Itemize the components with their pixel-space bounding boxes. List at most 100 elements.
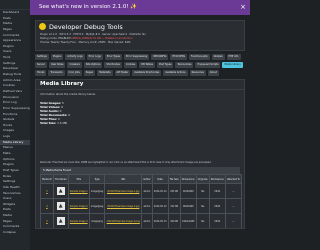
table-cell: Yes (195, 183, 210, 199)
tab-activity-logs[interactable]: Activity Logs (65, 54, 85, 60)
table-cell: ▲ (53, 229, 68, 230)
server-meta-line: Theme: Twenty Twenty-Four · Memory Limit… (40, 41, 131, 44)
tab-post-types[interactable]: Post Types (156, 62, 174, 68)
table-cell: image/jpeg (88, 183, 106, 199)
tab-settings[interactable]: Settings (35, 54, 49, 60)
table-row: 5 ▲ Sample Image 1 image/jpeg/2024/05/sampl… (40, 183, 243, 199)
table-cell: 3 (40, 213, 54, 228)
tab-media-library[interactable]: Media Library (222, 62, 243, 68)
table-cell: admin (141, 183, 153, 199)
media-url-link[interactable]: /2024/05/sample-image-2.jpg (107, 205, 139, 208)
tab-db-tables[interactable]: DB Tables (139, 62, 155, 68)
tab-server[interactable]: Server (35, 62, 47, 68)
tab-available-shortcodes[interactable]: Available Shortcodes (132, 70, 162, 76)
tab-error-types[interactable]: Error Types (104, 54, 123, 60)
column-header: Thumbnail (52, 174, 69, 184)
tab-cron-jobs[interactable]: Cron Jobs (66, 70, 82, 76)
tab-resources[interactable]: Resources (189, 70, 206, 76)
tab-plugins[interactable]: Plugins (50, 54, 64, 60)
sidebar-item[interactable]: Collapse (0, 230, 30, 236)
table-cell: 2024-05-13 (151, 213, 169, 228)
table-body: 5 ▲ Sample Image 1 image/jpeg/2024/05/sampl… (40, 183, 243, 230)
tab-transients[interactable]: Transients (48, 70, 65, 76)
column-header: URL (104, 174, 143, 184)
column-header: Attached To (224, 174, 243, 184)
table-cell: Sample Image 3 (67, 213, 90, 228)
intro-text: Information about the media library belo… (40, 93, 96, 96)
media-id-link[interactable]: 4 (46, 205, 47, 208)
divider (36, 89, 244, 90)
tab-enqueued-scripts[interactable]: Enqueued Scripts (195, 62, 221, 68)
table-cell: — (224, 183, 243, 199)
column-header: Date (151, 174, 169, 184)
tab-shortcodes[interactable]: Shortcodes (104, 62, 122, 68)
media-title-link[interactable]: Sample Image 2 (70, 205, 88, 208)
table-cell: 2024-05-12 (152, 229, 168, 230)
tab-metadata[interactable]: Metadata (97, 70, 113, 76)
table-cell: 420 KB (167, 213, 181, 228)
tab-functions-php[interactable]: Functions.php (188, 54, 210, 60)
image-thumbnail[interactable]: ▲ (56, 202, 65, 210)
tab-cookies[interactable]: Cookies (123, 62, 138, 68)
tab-regex[interactable]: Regex (83, 70, 96, 76)
image-thumbnail[interactable]: ▲ (56, 187, 65, 195)
debug-status-line: Debug mode: ENABLED DEBUG_DISPLAY IS ON … (40, 37, 133, 40)
table-cell: Yes (196, 229, 209, 230)
table-cell: ▲ (52, 198, 69, 214)
table-cell: 1200x800 (179, 183, 197, 199)
table-cell: image/jpeg (89, 229, 105, 230)
tab-api-tester[interactable]: API Tester (114, 70, 131, 76)
table-cell: admin (141, 198, 153, 214)
media-url-link[interactable]: /2024/05/sample-image-1.jpg (107, 190, 139, 193)
table-cell: 0644 (209, 229, 225, 230)
table-cell: 198 KB (168, 229, 180, 230)
table-cell: Sample Image 1 (67, 183, 90, 199)
tab-wpconfig[interactable]: WPCONFIG (151, 54, 169, 60)
media-id-link[interactable]: 5 (46, 190, 47, 193)
admin-sidebar: Dashboard Posts Media Pages Comments Appearan… (0, 0, 30, 250)
plugin-header: Developer Debug Tools Plugin v2.1.0 · WP… (35, 20, 245, 51)
tab-php-info[interactable]: PHP Info (226, 54, 241, 60)
media-url-link[interactable]: /2024/05/sample-image-3.png (107, 220, 140, 223)
column-header: Originals (195, 174, 210, 184)
media-title-link[interactable]: Sample Image 3 (70, 220, 88, 223)
table-header-row: Media ID Thumbnail Title Type URL Author Date F… (40, 174, 243, 184)
media-title-link[interactable]: Sample Image 1 (70, 190, 88, 193)
column-header: File Size (167, 174, 181, 184)
tab-crawlers[interactable]: Crawlers (67, 62, 82, 68)
stat-value: 1.5 MB (57, 121, 67, 125)
main-content: Developer Debug Tools Plugin v2.1.0 · WP… (30, 15, 250, 250)
table-cell: 2 (41, 229, 54, 230)
tab-hooks[interactable]: Hooks (35, 70, 47, 76)
tab-site-options[interactable]: Site Options (83, 62, 103, 68)
tab-taxonomies[interactable]: Taxonomies (175, 62, 194, 68)
table-cell: 312 KB (167, 198, 181, 214)
close-icon[interactable]: × (240, 0, 246, 15)
table-cell: Sample Image 2 (67, 198, 90, 214)
tab-bar: Settings Plugins Activity Logs Error Logs Er… (35, 54, 245, 76)
table-cell: 1920x1080 (179, 213, 197, 228)
table-cell: /2024/05/sample-image-1.jpg (104, 183, 143, 199)
tab-htaccess[interactable]: HTACCESS (170, 54, 187, 60)
table-cell: ▲ (52, 213, 69, 228)
table-cell: 2024-05-14 (151, 183, 169, 199)
column-header: Author (141, 174, 153, 184)
tab-available-actions[interactable]: Available Actions (163, 70, 188, 76)
table-cell: 2024-05-14 (151, 198, 169, 214)
tab-user-roles[interactable]: User Roles (48, 62, 66, 68)
table-cell: Sample Image 4 (68, 229, 89, 230)
tab-error-suppressing[interactable]: Error Suppressing (124, 54, 150, 60)
table-cell: 0644 (208, 183, 226, 199)
tab-error-logs[interactable]: Error Logs (86, 54, 103, 60)
table-cell: image/png (88, 213, 106, 228)
stat-label: Total Size: (40, 121, 57, 125)
table-cell: — (225, 229, 241, 230)
wp-logo-icon[interactable] (0, 0, 30, 10)
image-thumbnail[interactable]: ▲ (56, 217, 65, 225)
sidebar-item[interactable]: Error Suppressing (0, 106, 30, 112)
debug-display-warning: DEBUG_DISPLAY IS ON — Disable in product… (71, 37, 133, 40)
tab-globals[interactable]: Globals (211, 54, 225, 60)
table-cell: /2024/05/sample-image-4.jpg (105, 229, 142, 230)
media-id-link[interactable]: 3 (46, 220, 47, 223)
tab-about[interactable]: About (207, 70, 219, 76)
